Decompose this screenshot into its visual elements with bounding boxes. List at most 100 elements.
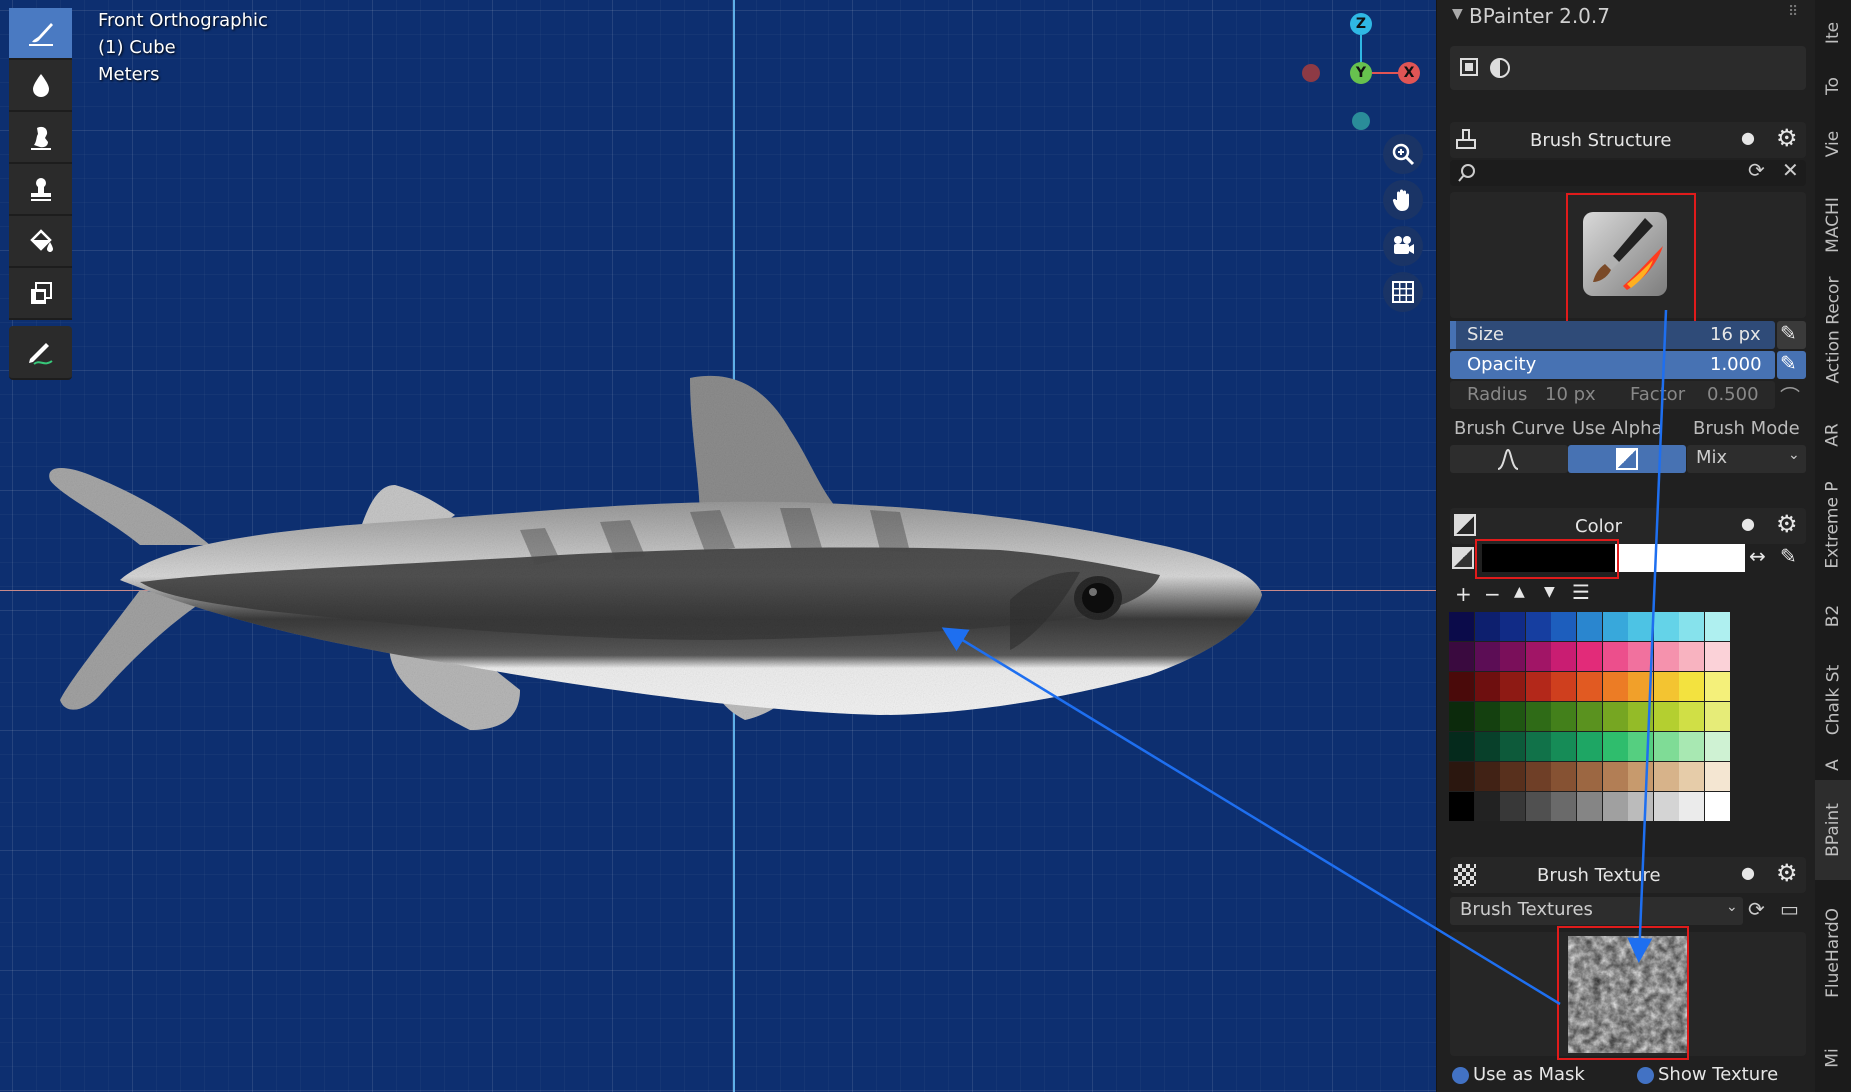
palette-swatch[interactable] bbox=[1602, 702, 1628, 731]
palette-swatch[interactable] bbox=[1449, 762, 1474, 791]
palette-swatch[interactable] bbox=[1653, 702, 1679, 731]
folder-icon[interactable]: ▭ bbox=[1780, 897, 1799, 921]
palette-swatch[interactable] bbox=[1500, 612, 1526, 641]
palette-swatch[interactable] bbox=[1628, 792, 1654, 821]
palette-swatch[interactable] bbox=[1628, 732, 1654, 761]
tab-extreme-p[interactable]: Extreme P bbox=[1815, 460, 1851, 590]
tab-mi[interactable]: Mi bbox=[1815, 1030, 1851, 1085]
palette-swatch[interactable] bbox=[1449, 672, 1474, 701]
palette-swatch[interactable] bbox=[1525, 672, 1551, 701]
drag-handle-icon[interactable]: ⠿ bbox=[1788, 4, 1798, 20]
clone-stamp-icon[interactable] bbox=[9, 164, 72, 216]
palette-swatch[interactable] bbox=[1577, 642, 1602, 671]
palette-swatch[interactable] bbox=[1602, 732, 1628, 761]
tab-action-recor[interactable]: Action Recor bbox=[1815, 265, 1851, 395]
palette-swatch[interactable] bbox=[1551, 792, 1577, 821]
palette-swatch[interactable] bbox=[1653, 732, 1679, 761]
palette-swatch[interactable] bbox=[1500, 672, 1526, 701]
move-up-icon[interactable]: ▲ bbox=[1514, 584, 1525, 600]
swap-colors-icon[interactable]: ↔ bbox=[1749, 544, 1766, 568]
default-colors-icon[interactable] bbox=[1452, 547, 1474, 569]
brush-structure-pin-icon[interactable]: ● bbox=[1741, 128, 1755, 147]
shark-model[interactable] bbox=[0, 0, 1436, 1092]
palette-swatch[interactable] bbox=[1653, 792, 1679, 821]
use-as-mask-checkbox[interactable]: Use as Mask bbox=[1452, 1064, 1585, 1085]
mask-icon[interactable] bbox=[9, 268, 72, 320]
gizmo-neg-x[interactable] bbox=[1302, 64, 1320, 82]
add-color-icon[interactable]: + bbox=[1455, 582, 1472, 606]
fill-icon[interactable] bbox=[9, 216, 72, 268]
grid-toggle-icon[interactable] bbox=[1383, 272, 1423, 312]
palette-swatch[interactable] bbox=[1602, 762, 1628, 791]
tab-to[interactable]: To bbox=[1815, 62, 1851, 110]
palette-swatch[interactable] bbox=[1653, 642, 1679, 671]
palette-swatch[interactable] bbox=[1705, 612, 1730, 641]
palette-swatch[interactable] bbox=[1551, 642, 1577, 671]
pan-hand-icon[interactable] bbox=[1383, 180, 1423, 220]
palette-swatch[interactable] bbox=[1474, 762, 1500, 791]
palette-swatch[interactable] bbox=[1679, 612, 1705, 641]
tab-machi[interactable]: MACHI bbox=[1815, 175, 1851, 275]
palette-swatch[interactable] bbox=[1474, 612, 1500, 641]
palette-swatch[interactable] bbox=[1679, 762, 1705, 791]
palette-swatch[interactable] bbox=[1449, 612, 1474, 641]
palette-swatch[interactable] bbox=[1500, 642, 1526, 671]
palette-swatch[interactable] bbox=[1705, 762, 1730, 791]
gizmo-z[interactable]: Z bbox=[1350, 13, 1372, 35]
eyedropper-icon[interactable]: ✎ bbox=[1780, 544, 1797, 568]
secondary-color-swatch[interactable] bbox=[1615, 544, 1745, 572]
palette-swatch[interactable] bbox=[1500, 762, 1526, 791]
palette-swatch[interactable] bbox=[1551, 702, 1577, 731]
palette-swatch[interactable] bbox=[1500, 702, 1526, 731]
palette-swatch[interactable] bbox=[1474, 642, 1500, 671]
tab-flue[interactable]: Flue bbox=[1815, 950, 1851, 1010]
remove-color-icon[interactable]: − bbox=[1484, 582, 1501, 606]
palette-swatch[interactable] bbox=[1628, 612, 1654, 641]
palette-swatch[interactable] bbox=[1705, 642, 1730, 671]
palette-swatch[interactable] bbox=[1551, 762, 1577, 791]
tab-chalk-st[interactable]: Chalk St bbox=[1815, 645, 1851, 755]
palette-swatch[interactable] bbox=[1653, 762, 1679, 791]
palette-swatch[interactable] bbox=[1602, 612, 1628, 641]
tab-b2[interactable]: B2 bbox=[1815, 590, 1851, 642]
palette-swatch[interactable] bbox=[1577, 762, 1602, 791]
palette-swatch[interactable] bbox=[1602, 792, 1628, 821]
palette-swatch[interactable] bbox=[1500, 732, 1526, 761]
palette-swatch[interactable] bbox=[1577, 672, 1602, 701]
refresh-icon[interactable]: ⟳ bbox=[1748, 158, 1765, 182]
palette-swatch[interactable] bbox=[1577, 702, 1602, 731]
palette-swatch[interactable] bbox=[1525, 732, 1551, 761]
palette-swatch[interactable] bbox=[1705, 732, 1730, 761]
tab-ite[interactable]: Ite bbox=[1815, 10, 1851, 56]
falloff-curve-icon[interactable]: ⌒ bbox=[1780, 381, 1800, 410]
palette-swatch[interactable] bbox=[1628, 672, 1654, 701]
palette-swatch[interactable] bbox=[1525, 642, 1551, 671]
palette-swatch[interactable] bbox=[1474, 732, 1500, 761]
object-mode-icon[interactable] bbox=[1460, 58, 1478, 76]
draw-brush-icon[interactable] bbox=[9, 8, 72, 60]
clear-icon[interactable]: ✕ bbox=[1782, 158, 1799, 182]
color-settings-icon[interactable]: ⚙ bbox=[1776, 510, 1798, 538]
show-texture-checkbox[interactable]: Show Texture bbox=[1637, 1064, 1778, 1085]
gizmo-x[interactable]: X bbox=[1398, 62, 1420, 84]
gizmo-y[interactable]: Y bbox=[1350, 62, 1372, 84]
palette-swatch[interactable] bbox=[1705, 672, 1730, 701]
palette-swatch[interactable] bbox=[1449, 792, 1474, 821]
palette-swatch[interactable] bbox=[1679, 792, 1705, 821]
palette-swatch[interactable] bbox=[1551, 732, 1577, 761]
color-pin-icon[interactable]: ● bbox=[1741, 514, 1755, 533]
tab-bpaint[interactable]: BPaint bbox=[1815, 780, 1851, 880]
palette-swatch[interactable] bbox=[1705, 792, 1730, 821]
tab-a[interactable]: A bbox=[1815, 745, 1851, 785]
palette-swatch[interactable] bbox=[1679, 702, 1705, 731]
palette-swatch[interactable] bbox=[1602, 642, 1628, 671]
texture-refresh-icon[interactable]: ⟳ bbox=[1748, 897, 1765, 921]
palette-swatch[interactable] bbox=[1474, 672, 1500, 701]
smear-icon[interactable] bbox=[9, 112, 72, 164]
palette-swatch[interactable] bbox=[1474, 792, 1500, 821]
camera-icon[interactable] bbox=[1383, 226, 1423, 266]
sort-icon[interactable]: ☰ bbox=[1572, 580, 1590, 604]
palette-swatch[interactable] bbox=[1679, 672, 1705, 701]
palette-swatch[interactable] bbox=[1449, 702, 1474, 731]
palette-swatch[interactable] bbox=[1551, 672, 1577, 701]
